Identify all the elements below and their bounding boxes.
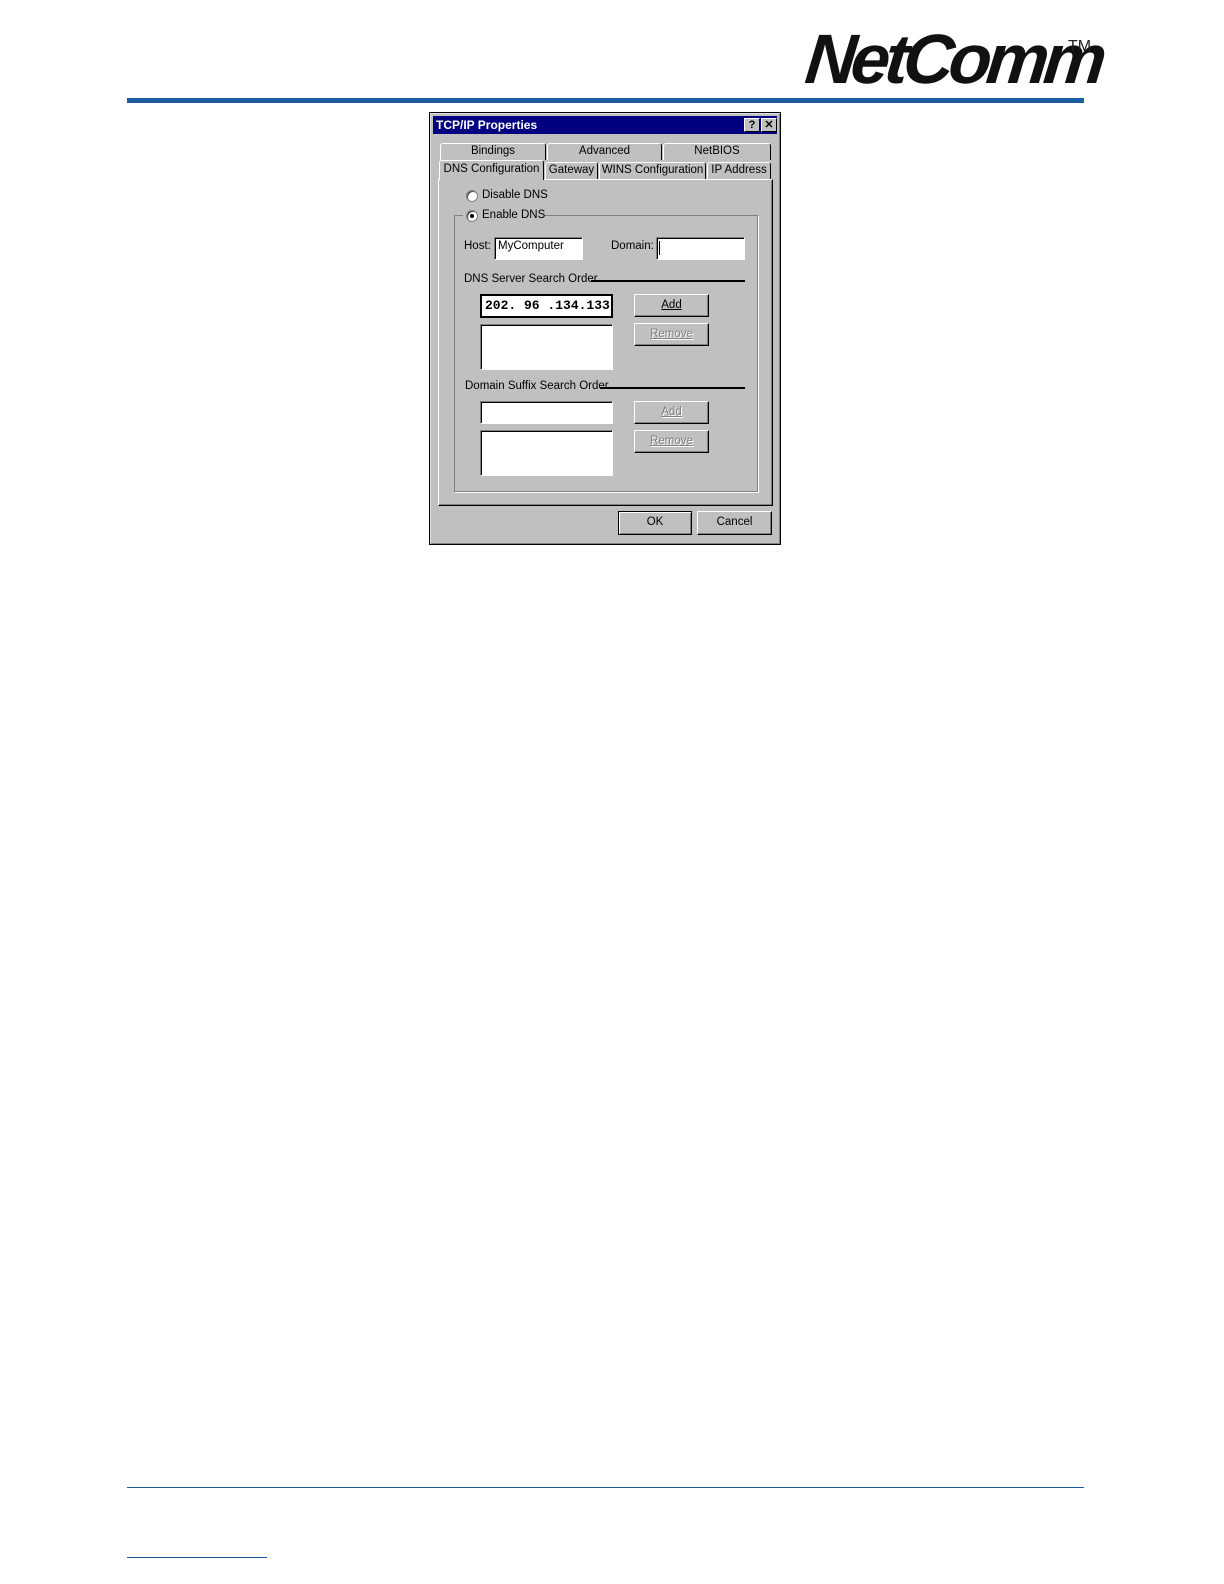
tab-advanced[interactable]: Advanced	[547, 143, 662, 160]
tab-label: DNS Configuration	[443, 163, 540, 175]
host-label: Host:	[464, 240, 491, 252]
title-bar: TCP/IP Properties ? ✕	[433, 116, 777, 134]
close-button[interactable]: ✕	[761, 118, 777, 132]
tab-netbios[interactable]: NetBIOS	[663, 143, 771, 160]
dns-configuration-panel: Disable DNS Enable DNS Host: MyComputer …	[438, 179, 773, 506]
dns-server-ip-value: 202. 96 .134.133	[485, 298, 610, 313]
dialog-title: TCP/IP Properties	[436, 118, 538, 132]
dns-server-separator	[591, 280, 745, 282]
dns-server-ip-input[interactable]: 202. 96 .134.133	[480, 294, 613, 318]
tab-gateway[interactable]: Gateway	[545, 162, 598, 179]
radio-selected-dot	[470, 214, 474, 218]
dns-server-list[interactable]	[480, 324, 613, 370]
footer-rule	[127, 1487, 1084, 1488]
tab-label: Gateway	[548, 164, 595, 176]
enable-dns-radio[interactable]	[466, 210, 478, 222]
tab-ip-address[interactable]: IP Address	[707, 162, 771, 179]
domain-suffix-input[interactable]	[480, 401, 613, 424]
enable-dns-label[interactable]: Enable DNS	[482, 209, 545, 221]
tab-label: Advanced	[578, 145, 631, 157]
cancel-button[interactable]: Cancel	[697, 511, 772, 535]
remove-label: Remove	[650, 435, 693, 447]
tcpip-properties-dialog: TCP/IP Properties ? ✕ Bindings Advanced …	[429, 112, 781, 545]
suffix-add-button[interactable]: Add	[634, 401, 709, 424]
tab-bindings[interactable]: Bindings	[440, 143, 546, 160]
domain-suffix-search-order-heading: Domain Suffix Search Order	[465, 380, 609, 392]
host-value: MyComputer	[498, 240, 564, 252]
domain-label: Domain:	[611, 240, 654, 252]
tab-dns-configuration[interactable]: DNS Configuration	[439, 160, 544, 180]
tab-wins-configuration[interactable]: WINS Configuration	[599, 162, 706, 179]
cancel-label: Cancel	[716, 516, 753, 528]
help-button[interactable]: ?	[744, 118, 760, 132]
disable-dns-label[interactable]: Disable DNS	[482, 189, 548, 201]
tab-label: WINS Configuration	[601, 164, 704, 176]
dns-server-search-order-heading: DNS Server Search Order	[464, 273, 598, 285]
close-icon: ✕	[764, 119, 774, 131]
ok-button[interactable]: OK	[618, 511, 692, 535]
host-input[interactable]: MyComputer	[494, 237, 583, 260]
remove-label: Remove	[650, 328, 693, 340]
disable-dns-radio[interactable]	[466, 190, 478, 202]
tab-label: Bindings	[470, 145, 516, 157]
help-icon: ?	[748, 119, 756, 131]
add-label: Add	[661, 299, 682, 311]
suffix-remove-button[interactable]: Remove	[634, 430, 709, 453]
text-cursor	[659, 241, 660, 255]
domain-suffix-list[interactable]	[480, 430, 613, 476]
tab-label: NetBIOS	[694, 145, 740, 157]
domain-suffix-separator	[600, 387, 745, 389]
header-rule	[127, 98, 1084, 103]
domain-input[interactable]	[656, 237, 745, 260]
add-label: Add	[661, 406, 682, 418]
footer-link-underline	[127, 1557, 267, 1558]
ok-label: OK	[646, 516, 664, 528]
trademark-mark: TM	[1068, 38, 1092, 55]
netcomm-logo: NetComm	[801, 20, 1106, 98]
dns-add-button[interactable]: Add	[634, 294, 709, 317]
tab-label: IP Address	[711, 164, 767, 176]
dns-remove-button[interactable]: Remove	[634, 323, 709, 346]
